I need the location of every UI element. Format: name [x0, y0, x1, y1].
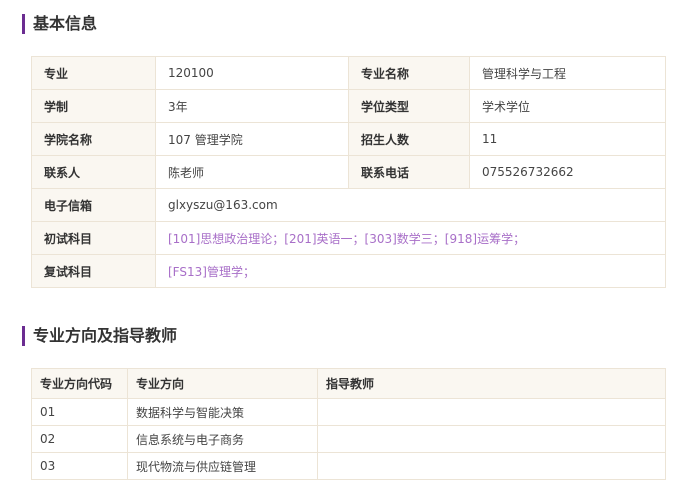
direction-name: 现代物流与供应链管理	[127, 452, 318, 480]
direction-name: 数据科学与智能决策	[127, 398, 318, 426]
table-row: 03 现代物流与供应链管理	[31, 452, 666, 480]
phone-value: 075526732662	[469, 155, 666, 189]
basic-info-table: 专业 120100 专业名称 管理科学与工程 学制 3年 学位类型 学术学位 学…	[31, 56, 666, 288]
direction-column-header: 专业方向	[127, 368, 318, 399]
contact-label: 联系人	[31, 155, 156, 189]
table-row: 复试科目 [FS13]管理学；	[31, 254, 666, 288]
table-row: 学制 3年 学位类型 学术学位	[31, 89, 666, 123]
major-name-label: 专业名称	[348, 56, 470, 90]
enrollment-label: 招生人数	[348, 122, 470, 156]
major-code-value: 120100	[155, 56, 349, 90]
direction-name: 信息系统与电子商务	[127, 425, 318, 453]
college-value: 107 管理学院	[155, 122, 349, 156]
college-label: 学院名称	[31, 122, 156, 156]
contact-value: 陈老师	[155, 155, 349, 189]
direction-code: 02	[31, 425, 128, 453]
table-row: 学院名称 107 管理学院 招生人数 11	[31, 122, 666, 156]
retest-subjects-link[interactable]: [FS13]管理学；	[155, 254, 666, 288]
degree-type-label: 学位类型	[348, 89, 470, 123]
table-row: 初试科目 [101]思想政治理论；[201]英语一；[303]数学三；[918]…	[31, 221, 666, 255]
major-code-label: 专业	[31, 56, 156, 90]
exam-subjects-label: 初试科目	[31, 221, 156, 255]
duration-value: 3年	[155, 89, 349, 123]
exam-subjects-link[interactable]: [101]思想政治理论；[201]英语一；[303]数学三；[918]运筹学；	[155, 221, 666, 255]
direction-code: 03	[31, 452, 128, 480]
table-row: 联系人 陈老师 联系电话 075526732662	[31, 155, 666, 189]
direction-code: 01	[31, 398, 128, 426]
basic-info-title: 基本信息	[22, 14, 97, 34]
direction-tutor	[317, 398, 666, 426]
degree-type-value: 学术学位	[469, 89, 666, 123]
email-value: glxyszu@163.com	[155, 188, 666, 222]
tutor-column-header: 指导教师	[317, 368, 666, 399]
table-row: 专业 120100 专业名称 管理科学与工程	[31, 56, 666, 90]
table-row: 01 数据科学与智能决策	[31, 398, 666, 426]
table-row: 02 信息系统与电子商务	[31, 425, 666, 453]
direction-tutor	[317, 452, 666, 480]
phone-label: 联系电话	[348, 155, 470, 189]
code-column-header: 专业方向代码	[31, 368, 128, 399]
direction-tutor	[317, 425, 666, 453]
directions-title: 专业方向及指导教师	[22, 326, 177, 346]
table-header-row: 专业方向代码 专业方向 指导教师	[31, 368, 666, 399]
major-name-value: 管理科学与工程	[469, 56, 666, 90]
enrollment-value: 11	[469, 122, 666, 156]
email-label: 电子信箱	[31, 188, 156, 222]
duration-label: 学制	[31, 89, 156, 123]
retest-subjects-label: 复试科目	[31, 254, 156, 288]
directions-table: 专业方向代码 专业方向 指导教师 01 数据科学与智能决策 02 信息系统与电子…	[31, 368, 666, 480]
table-row: 电子信箱 glxyszu@163.com	[31, 188, 666, 222]
